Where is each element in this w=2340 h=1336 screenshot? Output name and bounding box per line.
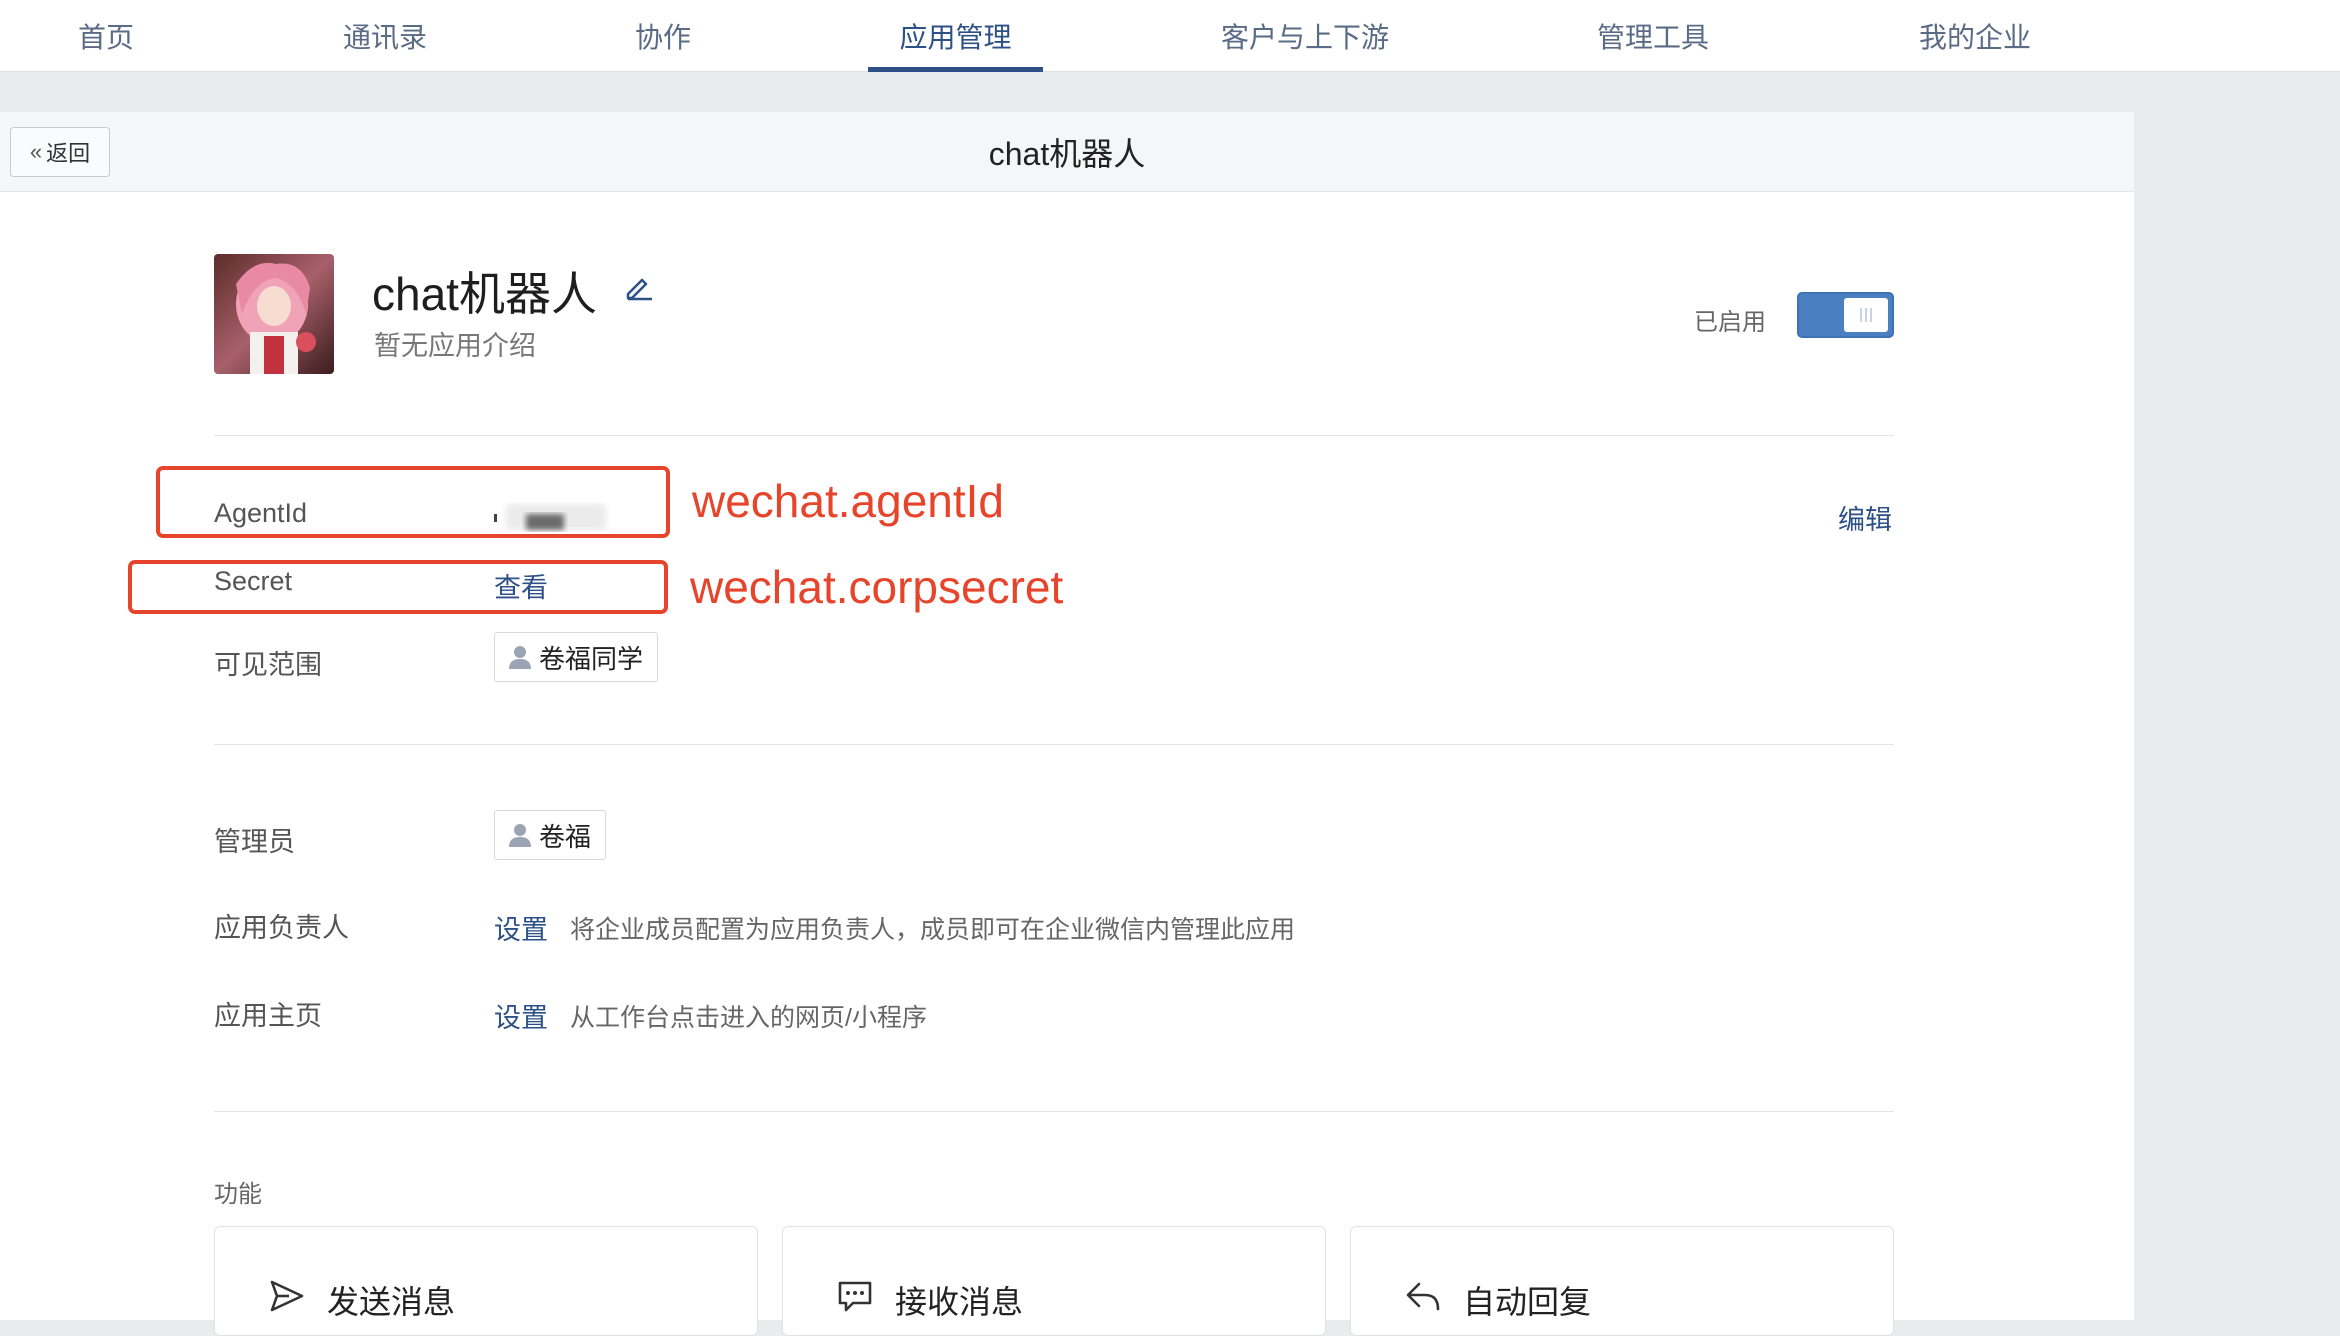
visibility-label: 可见范围 [214,650,322,680]
feature-card-label: 发送消息 [327,1284,456,1320]
owner-set-link[interactable]: 设置 [494,908,548,947]
person-icon [509,646,531,669]
nav-item-label: 通讯录 [342,22,427,53]
nav-item-admin-tools[interactable]: 管理工具 [1590,0,1716,72]
divider [214,1111,1894,1112]
divider [214,435,1894,436]
reply-icon [1406,1282,1440,1311]
admin-member-name: 卷福 [539,821,592,852]
feature-card-label: 接收消息 [895,1284,1024,1320]
nav-item-label: 管理工具 [1596,22,1709,53]
agentid-annotation-text: wechat.agentId [692,475,1005,527]
homepage-label: 应用主页 [214,1001,322,1031]
nav-item-app-management[interactable]: 应用管理 [868,0,1043,72]
owner-label: 应用负责人 [214,913,349,943]
features-section-label: 功能 [214,1181,262,1208]
double-chevron-left-icon: « [29,139,43,164]
nav-item-customers[interactable]: 客户与上下游 [1210,0,1400,72]
nav-item-home[interactable]: 首页 [56,0,156,72]
toggle-knob [1844,298,1888,332]
visibility-member-tag[interactable]: 卷福同学 [494,632,659,682]
nav-item-contacts[interactable]: 通讯录 [318,0,452,72]
nav-item-label: 应用管理 [899,22,1012,53]
edit-pencil-icon[interactable] [624,272,654,302]
app-description: 暂无应用介绍 [374,331,536,361]
panel-header: chat机器人 « 返回 [0,112,2134,192]
homepage-set-link[interactable]: 设置 [494,996,548,1035]
page-title: chat机器人 [988,136,1146,172]
back-button[interactable]: « 返回 [10,127,110,177]
nav-item-label: 客户与上下游 [1220,22,1389,53]
admin-member-tag[interactable]: 卷福 [494,810,607,860]
agentid-annotation-box [156,466,670,538]
owner-hint: 将企业成员配置为应用负责人，成员即可在企业微信内管理此应用 [570,916,1296,944]
enable-toggle[interactable] [1797,292,1894,338]
nav-item-label: 协作 [634,22,691,53]
feature-card-label: 自动回复 [1463,1284,1592,1320]
visibility-member-name: 卷福同学 [539,643,644,674]
person-icon [509,824,531,847]
nav-item-my-company[interactable]: 我的企业 [1912,0,2038,72]
app-name: chat机器人 [372,268,597,320]
nav-item-label: 首页 [77,22,134,53]
secret-annotation-box [128,560,668,614]
status-label: 已启用 [1694,309,1766,336]
back-button-label: 返回 [46,141,91,166]
avatar-image [214,254,334,374]
send-icon [270,1280,304,1312]
edit-link[interactable]: 编辑 [1838,498,1892,537]
message-icon [838,1281,872,1312]
top-nav: 首页 通讯录 协作 应用管理 客户与上下游 管理工具 我的企业 [0,0,2340,72]
secret-annotation-text: wechat.corpsecret [690,561,1064,613]
admin-label: 管理员 [214,827,295,857]
active-tab-indicator [868,67,1043,72]
divider [214,744,1894,745]
nav-item-label: 我的企业 [1918,22,2031,53]
app-avatar[interactable] [214,254,334,374]
nav-item-collaboration[interactable]: 协作 [618,0,708,72]
homepage-hint: 从工作台点击进入的网页/小程序 [570,1004,927,1032]
